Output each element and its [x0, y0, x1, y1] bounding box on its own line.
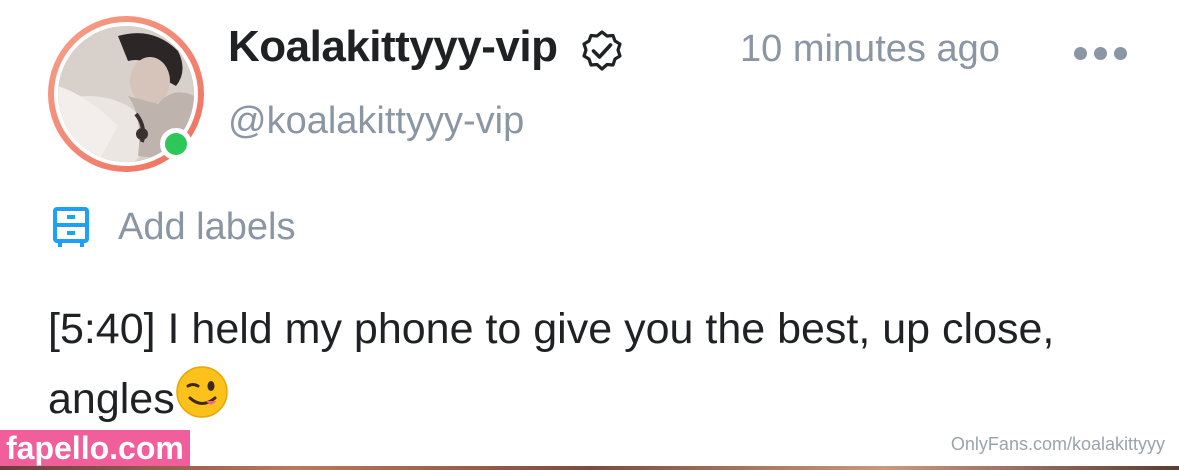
- display-name[interactable]: Koalakittyyy-vip: [228, 22, 558, 72]
- add-labels-text: Add labels: [118, 205, 296, 248]
- username[interactable]: @koalakittyyy-vip: [228, 100, 524, 143]
- watermark-left: fapello.com: [0, 430, 190, 466]
- verified-badge-icon: [582, 30, 622, 71]
- drawer-icon: [53, 207, 89, 247]
- more-options-icon[interactable]: [1074, 44, 1128, 62]
- post-body: [5:40] I held my phone to give you the b…: [48, 294, 1128, 434]
- online-status-dot: [160, 128, 192, 160]
- winking-face-emoji-icon: [175, 366, 228, 418]
- add-labels-button[interactable]: Add labels: [52, 202, 295, 252]
- media-preview-strip: [0, 466, 1179, 470]
- watermark-right: OnlyFans.com/koalakittyyy: [950, 434, 1165, 454]
- avatar[interactable]: [48, 16, 204, 172]
- post-timestamp: 10 minutes ago: [740, 28, 1000, 70]
